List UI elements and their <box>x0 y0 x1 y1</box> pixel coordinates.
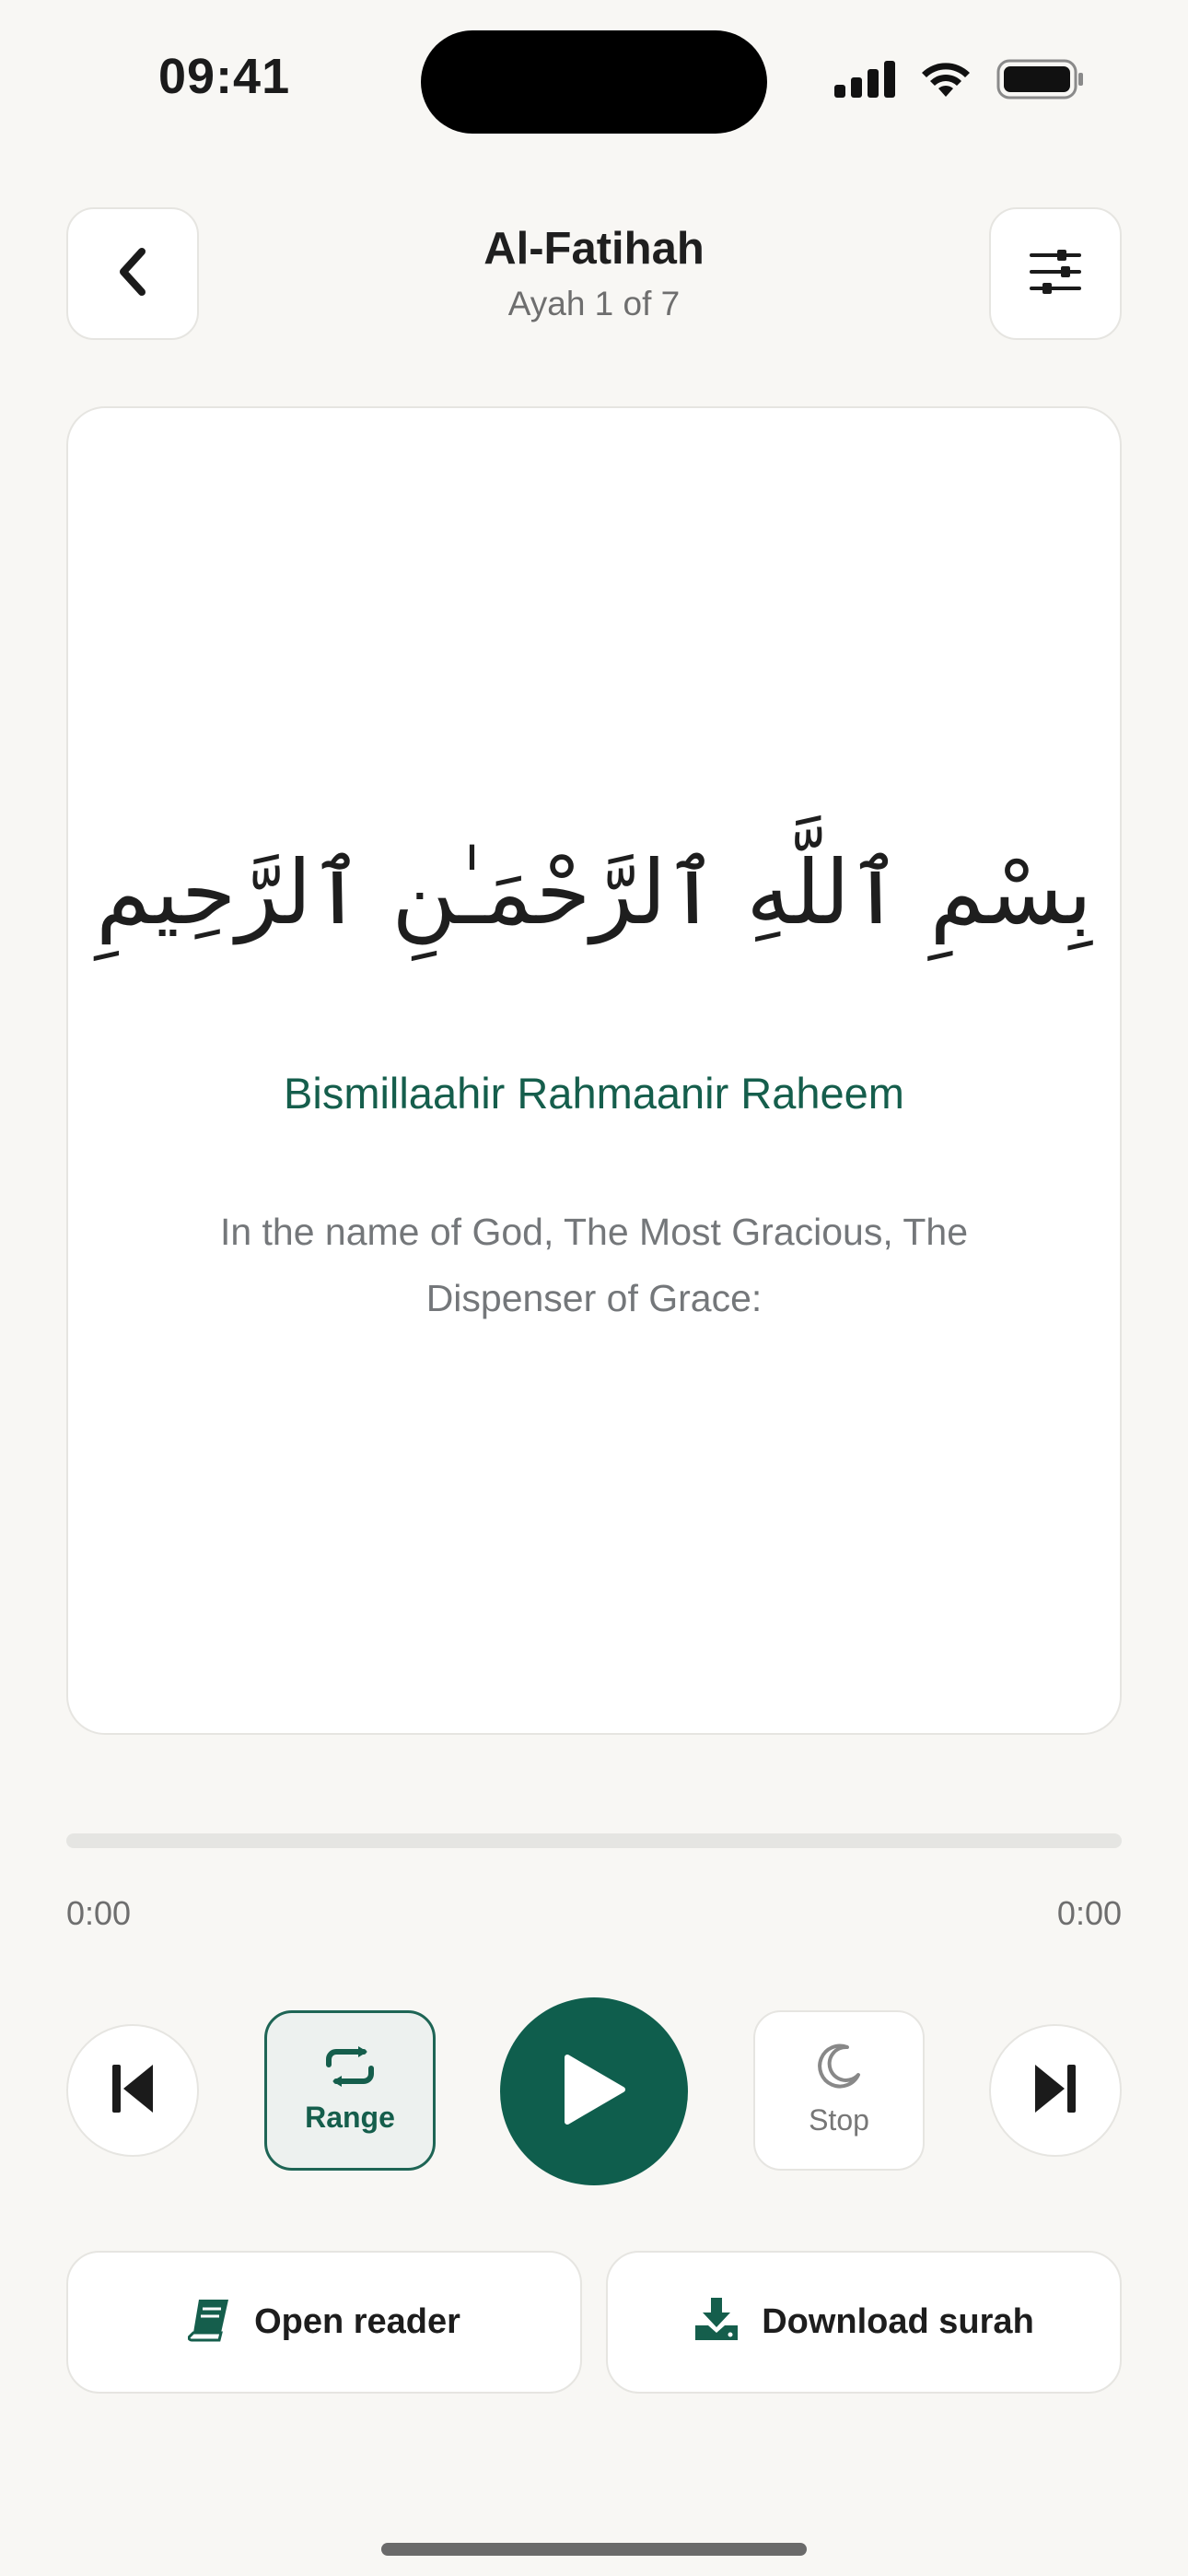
moon-icon <box>816 2043 862 2094</box>
total-duration: 0:00 <box>1056 1894 1122 1932</box>
wifi-icon <box>919 60 973 103</box>
play-icon <box>562 2054 626 2130</box>
range-label: Range <box>305 2101 395 2134</box>
skip-previous-icon <box>111 2063 155 2119</box>
repeat-icon <box>323 2046 377 2091</box>
playback-progress-bar[interactable] <box>66 1833 1122 1848</box>
open-reader-label: Open reader <box>254 2302 460 2341</box>
audio-player-screen: 09:41 Al-Fatihah Ayah 1 of 7 بِسْمِ ٱللَ… <box>0 0 1188 2576</box>
status-icons <box>834 59 1085 104</box>
stop-label: Stop <box>809 2103 869 2137</box>
ayah-arabic-text: بِسْمِ ٱللَّهِ ٱلرَّحْمَـٰنِ ٱلرَّحِيمِ <box>96 841 1092 944</box>
elapsed-time: 0:00 <box>66 1894 132 1932</box>
status-time: 09:41 <box>158 49 291 104</box>
download-surah-label: Download surah <box>762 2302 1034 2341</box>
cellular-signal-icon <box>834 61 895 102</box>
ayah-card: بِسْمِ ٱللَّهِ ٱلرَّحْمَـٰنِ ٱلرَّحِيمِ … <box>66 406 1122 1735</box>
open-reader-button[interactable]: Open reader <box>66 2251 582 2394</box>
sliders-icon <box>1030 248 1081 300</box>
dynamic-island <box>421 30 767 134</box>
home-indicator[interactable] <box>381 2543 807 2556</box>
skip-next-icon <box>1033 2063 1077 2119</box>
play-button[interactable] <box>500 1997 688 2185</box>
download-surah-button[interactable]: Download surah <box>606 2251 1122 2394</box>
ayah-transliteration: Bismillaahir Rahmaanir Raheem <box>284 1069 904 1118</box>
sleep-stop-button[interactable]: Stop <box>753 2010 925 2171</box>
previous-ayah-button[interactable] <box>66 2024 199 2157</box>
next-ayah-button[interactable] <box>989 2024 1122 2157</box>
download-icon <box>693 2298 740 2347</box>
settings-button[interactable] <box>989 207 1122 340</box>
ayah-translation: In the name of God, The Most Gracious, T… <box>219 1211 969 1319</box>
battery-icon <box>996 59 1085 104</box>
range-repeat-button[interactable]: Range <box>264 2010 436 2171</box>
book-icon <box>187 2298 232 2347</box>
